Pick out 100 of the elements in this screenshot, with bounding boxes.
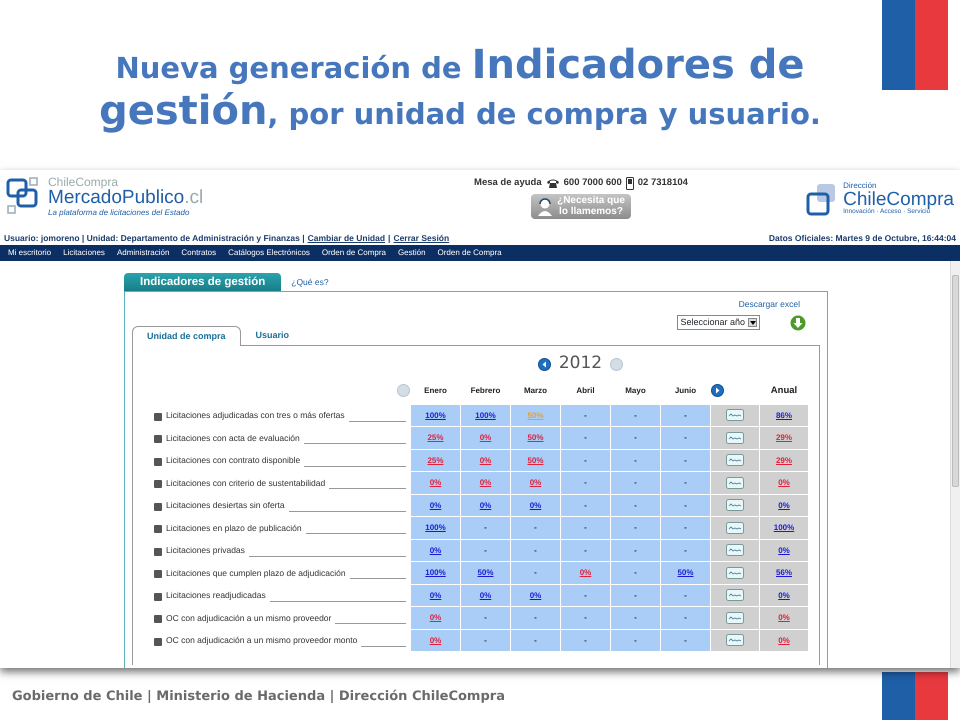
expand-icon[interactable] xyxy=(154,480,162,488)
percent-link[interactable]: 86% xyxy=(776,410,792,420)
logo-text: ChileCompra xyxy=(843,190,954,209)
menu-item[interactable]: Administración xyxy=(116,247,170,259)
chart-icon[interactable] xyxy=(726,522,744,534)
percent-link[interactable]: 0% xyxy=(778,500,790,510)
chart-icon[interactable] xyxy=(726,499,744,512)
percent-link[interactable]: 100% xyxy=(425,523,446,532)
percent-link[interactable]: 0% xyxy=(530,500,542,510)
logo-text: MercadoPublico.cl xyxy=(48,188,204,207)
expand-icon[interactable] xyxy=(154,592,162,601)
user-info-text: | xyxy=(388,232,390,245)
column-header: Abril xyxy=(576,386,595,395)
download-link[interactable]: Descargar excel xyxy=(738,298,800,311)
column-header: Febrero xyxy=(470,386,500,395)
chart-icon[interactable] xyxy=(726,589,744,602)
chart-icon[interactable] xyxy=(726,612,744,624)
percent-link[interactable]: 0% xyxy=(430,546,442,554)
empty-value: - xyxy=(484,636,487,644)
chart-icon[interactable] xyxy=(726,409,744,422)
expand-icon[interactable] xyxy=(154,502,162,511)
empty-value: - xyxy=(534,636,537,644)
user-bar-link[interactable]: Cerrar Sesión xyxy=(393,232,450,245)
chart-icon[interactable] xyxy=(726,454,744,466)
menu-item[interactable]: Gestión xyxy=(398,247,426,259)
empty-value: - xyxy=(634,590,637,600)
menu-item[interactable]: Mi escritorio xyxy=(8,247,52,259)
percent-link[interactable]: 0% xyxy=(430,500,442,510)
menu-item[interactable]: Contratos xyxy=(181,247,216,259)
percent-link[interactable]: 100% xyxy=(425,410,446,420)
expand-icon[interactable] xyxy=(154,570,162,578)
menu-item[interactable]: Catálogos Electrónicos xyxy=(228,247,310,259)
phone-icon xyxy=(546,178,560,189)
empty-value: - xyxy=(684,590,687,600)
column-header: Marzo xyxy=(524,386,548,395)
empty-value: - xyxy=(584,478,587,487)
empty-value: - xyxy=(484,546,487,554)
empty-value: - xyxy=(634,456,637,464)
caret-icon xyxy=(750,320,756,325)
scrollbar[interactable] xyxy=(950,261,960,668)
percent-link[interactable]: 0% xyxy=(480,500,492,510)
logo-tagline: La plataforma de licitaciones del Estado xyxy=(48,209,190,217)
percent-link[interactable]: 0% xyxy=(480,590,492,600)
chart-icon[interactable] xyxy=(726,432,744,444)
year-select[interactable]: Seleccionar año xyxy=(677,315,760,330)
column-header: Anual xyxy=(770,384,798,396)
empty-value: - xyxy=(584,500,587,510)
empty-value: - xyxy=(684,546,687,554)
percent-link[interactable]: 0% xyxy=(530,590,542,600)
menu-item[interactable]: Licitaciones xyxy=(63,247,105,259)
empty-value: - xyxy=(684,500,687,510)
percent-link[interactable]: 0% xyxy=(778,636,790,644)
help-link[interactable]: ¿Qué es? xyxy=(291,276,329,288)
expand-icon[interactable] xyxy=(154,525,162,534)
empty-value: - xyxy=(684,613,687,622)
empty-value: - xyxy=(584,410,587,420)
empty-value: - xyxy=(634,568,637,577)
chart-icon[interactable] xyxy=(726,566,744,579)
chart-icon[interactable] xyxy=(726,544,744,556)
percent-link[interactable]: 0% xyxy=(778,590,790,600)
percent-link[interactable]: 50% xyxy=(477,568,494,577)
empty-value: - xyxy=(634,636,637,644)
empty-value: - xyxy=(634,500,637,510)
percent-link[interactable]: 100% xyxy=(425,568,446,577)
empty-value: - xyxy=(584,456,587,464)
expand-icon[interactable] xyxy=(154,458,162,466)
indicator-label: Licitaciones con acta de evaluación xyxy=(166,432,300,444)
panel-tab[interactable]: Indicadores de gestión xyxy=(124,273,282,291)
percent-link[interactable]: 0% xyxy=(778,613,790,622)
empty-value: - xyxy=(684,636,687,644)
percent-link[interactable]: 50% xyxy=(677,568,694,577)
expand-icon[interactable] xyxy=(154,548,162,556)
user-bar-link[interactable]: Cambiar de Unidad xyxy=(308,232,386,245)
column-header: Junio xyxy=(674,386,696,395)
tab[interactable]: Usuario xyxy=(240,324,304,346)
tab[interactable]: Unidad de compra xyxy=(132,326,241,346)
chart-icon[interactable] xyxy=(726,476,744,489)
percent-link[interactable]: 0% xyxy=(778,546,790,554)
empty-value: - xyxy=(484,523,487,532)
column-header: Mayo xyxy=(625,386,646,395)
download-icon[interactable] xyxy=(790,314,806,331)
empty-value: - xyxy=(584,433,587,442)
empty-value: - xyxy=(634,478,637,487)
empty-value: - xyxy=(684,478,687,487)
expand-icon[interactable] xyxy=(154,638,162,646)
percent-link[interactable]: 29% xyxy=(776,433,792,442)
empty-value: - xyxy=(584,523,587,532)
expand-icon[interactable] xyxy=(154,412,162,421)
percent-link[interactable]: 56% xyxy=(776,568,792,577)
percent-link[interactable]: 0% xyxy=(778,478,790,487)
menu-item[interactable]: Orden de Compra xyxy=(322,247,386,259)
chart-icon[interactable] xyxy=(726,634,744,646)
percent-link[interactable]: 29% xyxy=(776,456,792,464)
expand-icon[interactable] xyxy=(154,615,162,624)
percent-link[interactable]: 100% xyxy=(774,523,794,532)
percent-link[interactable]: 0% xyxy=(430,590,442,600)
indicator-label: Licitaciones readjudicadas xyxy=(166,589,266,602)
percent-link[interactable]: 100% xyxy=(475,410,496,420)
menu-item[interactable]: Orden de Compra xyxy=(438,247,502,259)
expand-icon[interactable] xyxy=(154,435,162,444)
